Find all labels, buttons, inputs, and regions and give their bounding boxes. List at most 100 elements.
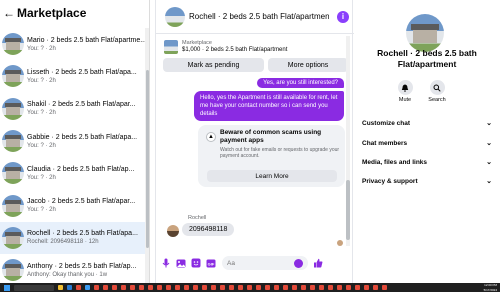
conversation-item-active[interactable]: Rochell · 2 beds 2.5 bath Flat/apa... Roc… (0, 221, 145, 255)
search-button[interactable]: Search (417, 80, 457, 103)
conversation-item[interactable]: Claudia · 2 beds 2.5 bath Flat/ap... You:… (0, 157, 145, 189)
app-icon[interactable] (283, 285, 288, 290)
app-icon[interactable] (301, 285, 306, 290)
app-icon[interactable] (274, 285, 279, 290)
conversation-item[interactable]: Lisseth · 2 beds 2.5 bath Flat/apa... You… (0, 60, 145, 92)
back-arrow-icon[interactable]: ← (3, 6, 15, 20)
sidebar-scrollbar-thumb[interactable] (146, 70, 149, 248)
photo-icon[interactable] (176, 258, 186, 268)
app-icon[interactable] (328, 285, 333, 290)
section-customize-chat[interactable]: Customize chat ⌄ (362, 117, 492, 129)
sender-avatar[interactable] (167, 225, 179, 237)
app-icon[interactable] (121, 285, 126, 290)
app-icon[interactable] (238, 285, 243, 290)
chrome-icon[interactable] (76, 285, 81, 290)
listing-price[interactable]: $1,000 · 2 beds 2.5 bath Flat/apartment (182, 47, 287, 53)
listing-avatar[interactable] (406, 14, 444, 52)
conversation-name: Rochell · 2 beds 2.5 bath Flat/apartment (377, 48, 477, 69)
search-icon[interactable] (429, 80, 445, 95)
listing-thumbnail (2, 130, 24, 153)
section-chat-members[interactable]: Chat members ⌄ (362, 137, 492, 149)
mark-as-pending-button[interactable]: Mark as pending (163, 58, 264, 72)
svg-text:GIF: GIF (208, 261, 215, 266)
sticker-icon[interactable] (191, 258, 201, 268)
app-icon[interactable] (355, 285, 360, 290)
conversation-title: Gabbie · 2 beds 2.5 bath Flat/apa... (27, 133, 138, 141)
app-icon[interactable] (184, 285, 189, 290)
app-icon[interactable] (247, 285, 252, 290)
search-label: Search (428, 97, 446, 103)
gif-icon[interactable]: GIF (206, 258, 216, 268)
learn-more-button[interactable]: Learn More (207, 170, 337, 182)
like-icon[interactable] (313, 258, 323, 268)
bell-icon[interactable] (397, 80, 413, 95)
sidebar-title: Marketplace (17, 6, 87, 20)
conversation-preview: Anthony: Okay thank you · 1w (27, 271, 108, 278)
conversation-item[interactable]: Jacob · 2 beds 2.5 bath Flat/apar... You:… (0, 189, 145, 221)
app-icon[interactable] (112, 285, 117, 290)
section-media-files-links[interactable]: Media, files and links ⌄ (362, 156, 492, 168)
conversation-item[interactable]: Shakil · 2 beds 2.5 bath Flat/apar... You… (0, 93, 145, 125)
conversation-title: Mario · 2 beds 2.5 bath Flat/apartme... (27, 36, 145, 44)
section-privacy-support[interactable]: Privacy & support ⌄ (362, 175, 492, 187)
chat-scrollbar-thumb[interactable] (346, 180, 350, 240)
app-icon[interactable] (319, 285, 324, 290)
scam-warning-card: ▲ Beware of common scams using payment a… (198, 125, 345, 187)
conversation-preview: You: ? · 2h (27, 174, 56, 181)
conversation-preview: Rochell: 2096498118 · 12h (27, 239, 99, 246)
app-icon[interactable] (220, 285, 225, 290)
store-icon[interactable] (85, 285, 90, 290)
app-icon[interactable] (148, 285, 153, 290)
app-icon[interactable] (256, 285, 261, 290)
file-explorer-icon[interactable] (58, 285, 63, 290)
app-icon[interactable] (175, 285, 180, 290)
more-options-button[interactable]: More options (268, 58, 348, 72)
app-icon[interactable] (337, 285, 342, 290)
app-icon[interactable] (229, 285, 234, 290)
conversation-item[interactable]: Mario · 2 beds 2.5 bath Flat/apartme... Y… (0, 28, 145, 60)
app-icon[interactable] (373, 285, 378, 290)
conversation-item[interactable]: Gabbie · 2 beds 2.5 bath Flat/apa... You:… (0, 125, 145, 157)
app-icon[interactable] (211, 285, 216, 290)
app-icon[interactable] (346, 285, 351, 290)
chat-header: Rochell · 2 beds 2.5 bath Flat/apartmen.… (156, 0, 354, 34)
app-icon[interactable] (202, 285, 207, 290)
microphone-icon[interactable] (161, 258, 171, 268)
listing-thumbnail (2, 97, 24, 120)
chevron-down-icon: ⌄ (486, 140, 492, 147)
app-icon[interactable] (130, 285, 135, 290)
sidebar: ← Marketplace Mario · 2 beds 2.5 bath Fl… (0, 0, 150, 283)
conversation-info-panel: Rochell · 2 beds 2.5 bath Flat/apartment… (354, 0, 500, 283)
listing-thumbnail[interactable] (164, 40, 178, 54)
emoji-icon[interactable] (294, 258, 303, 268)
conversation-title: Shakil · 2 beds 2.5 bath Flat/apar... (27, 101, 136, 109)
windows-start-icon[interactable] (4, 284, 10, 291)
scam-warning-title: Beware of common scams using payment app… (220, 129, 322, 144)
listing-thumbnail (2, 194, 24, 217)
chat-title[interactable]: Rochell · 2 beds 2.5 bath Flat/apartmen.… (189, 12, 329, 21)
app-icon[interactable] (364, 285, 369, 290)
app-icon[interactable] (139, 285, 144, 290)
info-icon[interactable]: i (337, 10, 349, 23)
taskbar-search[interactable] (14, 284, 54, 291)
app-icon[interactable] (166, 285, 171, 290)
conversation-item[interactable]: Anthony · 2 beds 2.5 bath Flat/ap... Anth… (0, 254, 145, 283)
conversation-preview: You: ? · 2h (27, 207, 56, 214)
app-icon[interactable] (265, 285, 270, 290)
app-icon[interactable] (94, 285, 99, 290)
clock-time: 12:00 PM (484, 283, 497, 287)
chat-avatar[interactable] (165, 6, 185, 27)
edge-icon[interactable] (67, 285, 72, 290)
app-icon[interactable] (157, 285, 162, 290)
read-receipt-avatar (337, 240, 343, 246)
section-label: Chat members (362, 139, 408, 147)
app-icon[interactable] (292, 285, 297, 290)
taskbar-clock[interactable]: 12:00 PM 5/17/2024 (484, 283, 497, 292)
app-icon[interactable] (310, 285, 315, 290)
app-icon[interactable] (193, 285, 198, 290)
conversation-preview: You: ? · 2h (27, 45, 56, 52)
clock-date: 5/17/2024 (483, 287, 497, 292)
app-icon[interactable] (382, 285, 387, 290)
incoming-message: 2096498118 (182, 223, 235, 236)
app-icon[interactable] (103, 285, 108, 290)
